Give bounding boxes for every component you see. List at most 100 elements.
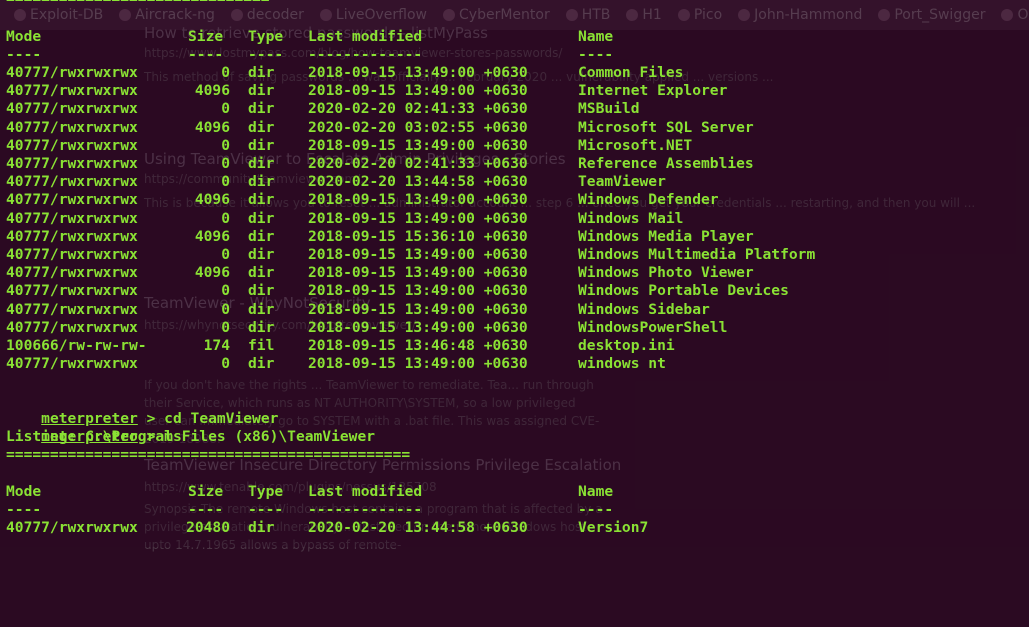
row-mode: 40777/rwxrwxrwx (6, 82, 138, 100)
header-mode: Mode (6, 483, 42, 500)
listing-row: 40777/rwxrwxrwx 4096 dir 2018-09-15 13:49:0… (6, 264, 1026, 282)
row-size: 0 (221, 64, 230, 81)
separator-line: ========================================… (6, 446, 411, 463)
row-size: 0 (221, 246, 230, 263)
row-mode: 40777/rwxrwxrwx (6, 100, 138, 118)
row-size: 0 (221, 282, 230, 300)
listing-row: 40777/rwxrwxrwx 0 dir 2018-09-15 13:49:00 +… (6, 282, 1026, 300)
row-mode: 40777/rwxrwxrwx (6, 300, 138, 318)
row-modified: 2018-09-15 13:49:00 +0630 (308, 136, 528, 154)
dash-type: ---- (248, 501, 284, 518)
row-modified: 2018-09-15 13:49:00 +0630 (308, 191, 528, 209)
row-size: 0 (221, 173, 230, 191)
header-modified: Last modified (308, 483, 423, 500)
listing-row: 100666/rw-rw-rw- 174 fil 2018-09-15 13:46:4… (6, 337, 1026, 355)
row-mode: 100666/rw-rw-rw- (6, 337, 147, 354)
row-size: 0 (221, 355, 230, 373)
row-modified: 2018-09-15 13:49:00 +0630 (308, 82, 528, 100)
listing-header-dashes: ---- ---- ---- ------------- ---- (6, 46, 1026, 64)
header-modified: Last modified (308, 28, 423, 45)
row-name: Windows Photo Viewer (578, 264, 754, 282)
row-name: Windows Multimedia Platform (578, 246, 816, 263)
listing-row: 40777/rwxrwxrwx 0 dir 2018-09-15 13:49:00 +… (6, 210, 1026, 228)
dash-type: ---- (248, 46, 284, 63)
row-mode: 40777/rwxrwxrwx (6, 282, 138, 300)
header-size: Size (188, 28, 224, 45)
row-type: dir (248, 136, 275, 154)
row-type: dir (248, 209, 275, 227)
listing-row: 40777/rwxrwxrwx 0 dir 2020-02-20 02:41:33 +… (6, 100, 1026, 118)
listing-header: Mode Size Type Last modified Name (6, 28, 1026, 46)
row-mode: 40777/rwxrwxrwx (6, 246, 138, 263)
row-type: dir (248, 82, 275, 100)
row-type: dir (248, 173, 275, 191)
listing-row: 40777/rwxrwxrwx 4096 dir 2020-02-20 03:02:5… (6, 119, 1026, 137)
row-size: 0 (221, 100, 230, 118)
row-mode: 40777/rwxrwxrwx (6, 209, 138, 227)
row-modified: 2018-09-15 13:49:00 +0630 (308, 246, 528, 263)
row-size: 4096 (194, 191, 230, 209)
row-mode: 40777/rwxrwxrwx (6, 264, 138, 282)
row-mode: 40777/rwxrwxrwx (6, 191, 138, 209)
row-type: dir (248, 227, 275, 245)
row-mode: 40777/rwxrwxrwx (6, 64, 138, 81)
dash-mode: ---- (6, 501, 42, 518)
listing-row: 40777/rwxrwxrwx 4096 dir 2018-09-15 13:49:0… (6, 191, 1026, 209)
listing-row: 40777/rwxrwxrwx 0 dir 2018-09-15 13:49:00 +… (6, 64, 1026, 82)
row-type: dir (248, 282, 275, 300)
row-name: desktop.ini (578, 337, 675, 354)
row-name: windows nt (578, 355, 666, 373)
row-size: 4096 (194, 227, 230, 245)
row-type: dir (248, 155, 275, 172)
listing-row: 40777/rwxrwxrwx 0 dir 2018-09-15 13:49:00 +… (6, 137, 1026, 155)
row-modified: 2020-02-20 02:41:33 +0630 (308, 155, 528, 172)
row-mode: 40777/rwxrwxrwx (6, 227, 138, 245)
row-name: Windows Mail (578, 209, 684, 227)
row-modified: 2018-09-15 13:49:00 +0630 (308, 64, 528, 81)
row-size: 0 (221, 318, 230, 336)
listing-row: 40777/rwxrwxrwx 0 dir 2018-09-15 13:49:00 +… (6, 246, 1026, 264)
listing-header-dashes: ---- ---- ---- ------------- ---- (6, 501, 1026, 519)
header-size: Size (188, 483, 224, 500)
dash-modified: ------------- (308, 501, 423, 518)
row-size: 20480 (186, 519, 230, 536)
listing-row: 40777/rwxrwxrwx 0 dir 2020-02-20 13:44:58 +… (6, 173, 1026, 191)
row-modified: 2020-02-20 03:02:55 +0630 (308, 118, 528, 136)
row-type: dir (248, 118, 275, 136)
row-name: Version7 (578, 519, 649, 536)
dash-name: ---- (578, 501, 614, 518)
row-mode: 40777/rwxrwxrwx (6, 519, 138, 536)
row-name: Windows Media Player (578, 227, 754, 245)
row-modified: 2018-09-15 15:36:10 +0630 (308, 227, 528, 245)
command-line: meterpreter > ls (6, 410, 182, 445)
row-modified: 2018-09-15 13:49:00 +0630 (308, 209, 528, 227)
header-type: Type (248, 483, 284, 500)
row-size: 0 (221, 155, 230, 172)
row-name: MSBuild (578, 100, 640, 118)
row-type: dir (248, 100, 275, 118)
listing-row: 40777/rwxrwxrwx 0 dir 2020-02-20 02:41:33 +… (6, 155, 1026, 173)
row-name: Reference Assemblies (578, 155, 754, 172)
header-name: Name (578, 28, 614, 45)
row-name: Common Files (578, 64, 684, 81)
row-size: 0 (221, 300, 230, 318)
row-size: 4096 (194, 118, 230, 136)
header-mode: Mode (6, 28, 42, 45)
row-modified: 2018-09-15 13:49:00 +0630 (308, 355, 528, 373)
row-type: dir (248, 519, 275, 536)
row-modified: 2020-02-20 02:41:33 +0630 (308, 100, 528, 118)
row-name: Microsoft.NET (578, 136, 693, 154)
row-name: WindowsPowerShell (578, 318, 728, 336)
command-line: meterpreter > cd TeamViewer (6, 392, 278, 427)
listing-path-label: Listing: C:\Program Files (x86)\TeamView… (6, 428, 376, 445)
row-modified: 2018-09-15 13:49:00 +0630 (308, 282, 528, 300)
row-mode: 40777/rwxrwxrwx (6, 118, 138, 136)
row-mode: 40777/rwxrwxrwx (6, 355, 138, 373)
terminal-window[interactable]: ============================== Mode Size… (0, 0, 1029, 547)
row-modified: 2018-09-15 13:49:00 +0630 (308, 318, 528, 336)
row-mode: 40777/rwxrwxrwx (6, 155, 138, 172)
listing-row: 40777/rwxrwxrwx 0 dir 2018-09-15 13:49:00 +… (6, 355, 1026, 373)
row-type: dir (248, 264, 275, 282)
row-name: Windows Sidebar (578, 300, 710, 318)
dash-size: ---- (188, 46, 224, 63)
